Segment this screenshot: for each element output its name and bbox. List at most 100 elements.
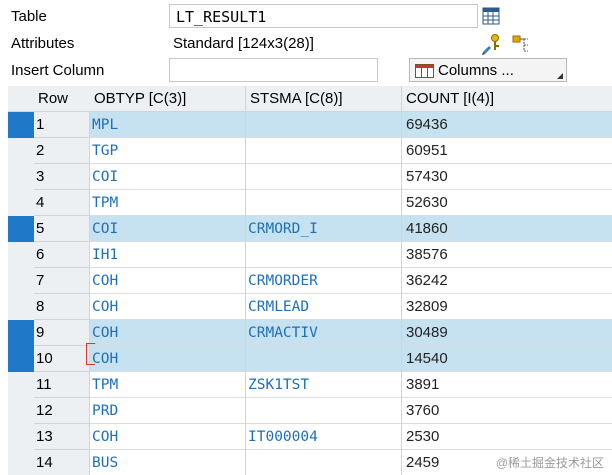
column-divider [401, 86, 402, 475]
row-background [34, 216, 612, 242]
row-number: 3 [36, 168, 45, 185]
cell-count[interactable]: 69436 [406, 116, 448, 133]
cell-obtyp[interactable]: COI [92, 221, 118, 237]
header-row[interactable]: Row [38, 90, 68, 107]
insert-column-input[interactable] [169, 58, 378, 82]
cell-obtyp[interactable]: TGP [92, 143, 118, 159]
table-row[interactable]: 8 COH CRMLEAD 32809 [8, 294, 612, 320]
row-selector[interactable] [8, 450, 34, 475]
cell-count[interactable]: 60951 [406, 142, 448, 159]
row-number-cell: 2 [34, 138, 90, 164]
row-number-cell: 5 [34, 216, 90, 242]
row-selector[interactable] [8, 190, 34, 216]
dropdown-corner-icon [557, 73, 563, 79]
row-selector[interactable] [8, 294, 34, 320]
row-selector[interactable] [8, 242, 34, 268]
row-selector[interactable] [8, 268, 34, 294]
cell-count[interactable]: 38576 [406, 246, 448, 263]
row-number-cell: 1 [34, 112, 90, 138]
table-row[interactable]: 11 TPM ZSK1TST 3891 [8, 372, 612, 398]
cell-stsma[interactable]: IT000004 [248, 429, 318, 445]
row-number: 9 [36, 324, 45, 341]
row-selector[interactable] [8, 346, 34, 372]
row-number-cell: 9 [34, 320, 90, 346]
row-number: 7 [36, 272, 45, 289]
cell-count[interactable]: 2530 [406, 428, 439, 445]
table-row[interactable]: 3 COI 57430 [8, 164, 612, 190]
cell-obtyp[interactable]: COI [92, 169, 118, 185]
row-number: 10 [36, 350, 53, 367]
row-number-cell: 6 [34, 242, 90, 268]
cell-count[interactable]: 32809 [406, 298, 448, 315]
table-row[interactable]: 9 COH CRMACTIV 30489 [8, 320, 612, 346]
row-background [34, 398, 612, 424]
table-row[interactable]: 1 MPL 69436 [8, 112, 612, 138]
table-row[interactable]: 5 COI CRMORD_I 41860 [8, 216, 612, 242]
cell-obtyp[interactable]: COH [92, 273, 118, 289]
cell-count[interactable]: 3891 [406, 376, 439, 393]
row-selector[interactable] [8, 138, 34, 164]
row-background [34, 346, 612, 372]
row-number-cell: 10 [34, 346, 90, 372]
cell-count[interactable]: 14540 [406, 350, 448, 367]
result-table: Row OBTYP [C(3)] STSMA [C(8)] COUNT [I(4… [8, 86, 612, 475]
columns-grid-icon [415, 64, 434, 78]
row-background [34, 138, 612, 164]
cell-count[interactable]: 2459 [406, 454, 439, 471]
cell-focus-marker [86, 343, 95, 365]
cell-stsma[interactable]: CRMORD_I [248, 221, 318, 237]
table-row[interactable]: 10 COH 14540 [8, 346, 612, 372]
cell-obtyp[interactable]: COH [92, 351, 118, 367]
cell-count[interactable]: 41860 [406, 220, 448, 237]
cell-stsma[interactable]: CRMORDER [248, 273, 318, 289]
row-selector[interactable] [8, 424, 34, 450]
row-number-cell: 3 [34, 164, 90, 190]
header-count[interactable]: COUNT [I(4)] [406, 90, 494, 107]
cell-stsma[interactable]: ZSK1TST [248, 377, 309, 393]
cell-obtyp[interactable]: TPM [92, 195, 118, 211]
cell-obtyp[interactable]: COH [92, 429, 118, 445]
cell-obtyp[interactable]: COH [92, 325, 118, 341]
table-name-input[interactable]: LT_RESULT1 [169, 4, 478, 28]
table-row[interactable]: 2 TGP 60951 [8, 138, 612, 164]
cell-obtyp[interactable]: TPM [92, 377, 118, 393]
row-background [34, 112, 612, 138]
key-pencil-icon[interactable] [481, 33, 503, 59]
cell-stsma[interactable]: CRMLEAD [248, 299, 309, 315]
cell-count[interactable]: 30489 [406, 324, 448, 341]
cell-obtyp[interactable]: IH1 [92, 247, 118, 263]
cell-count[interactable]: 3760 [406, 402, 439, 419]
row-selector[interactable] [8, 398, 34, 424]
row-number-cell: 12 [34, 398, 90, 424]
row-selector[interactable] [8, 372, 34, 398]
row-selector[interactable] [8, 164, 34, 190]
columns-button[interactable]: Columns ... [409, 58, 567, 82]
table-row[interactable]: 12 PRD 3760 [8, 398, 612, 424]
row-background [34, 164, 612, 190]
cell-obtyp[interactable]: PRD [92, 403, 118, 419]
table-row[interactable]: 7 COH CRMORDER 36242 [8, 268, 612, 294]
row-background [34, 190, 612, 216]
row-selector[interactable] [8, 112, 34, 138]
row-number: 5 [36, 220, 45, 237]
attributes-label: Attributes [11, 35, 75, 52]
table-row[interactable]: 13 COH IT000004 2530 [8, 424, 612, 450]
row-background [34, 268, 612, 294]
row-selector[interactable] [8, 320, 34, 346]
table-row[interactable]: 6 IH1 38576 [8, 242, 612, 268]
table-header: Row OBTYP [C(3)] STSMA [C(8)] COUNT [I(4… [8, 86, 612, 112]
cell-count[interactable]: 57430 [406, 168, 448, 185]
column-divider [245, 86, 246, 475]
row-selector[interactable] [8, 216, 34, 242]
cell-count[interactable]: 52630 [406, 194, 448, 211]
header-obtyp[interactable]: OBTYP [C(3)] [94, 90, 186, 107]
cell-obtyp[interactable]: MPL [92, 117, 118, 133]
header-stsma[interactable]: STSMA [C(8)] [250, 90, 343, 107]
cell-stsma[interactable]: CRMACTIV [248, 325, 318, 341]
table-grid-icon[interactable] [482, 7, 500, 29]
cell-obtyp[interactable]: COH [92, 299, 118, 315]
hierarchy-icon[interactable] [511, 33, 533, 59]
cell-obtyp[interactable]: BUS [92, 455, 118, 471]
table-row[interactable]: 4 TPM 52630 [8, 190, 612, 216]
cell-count[interactable]: 36242 [406, 272, 448, 289]
